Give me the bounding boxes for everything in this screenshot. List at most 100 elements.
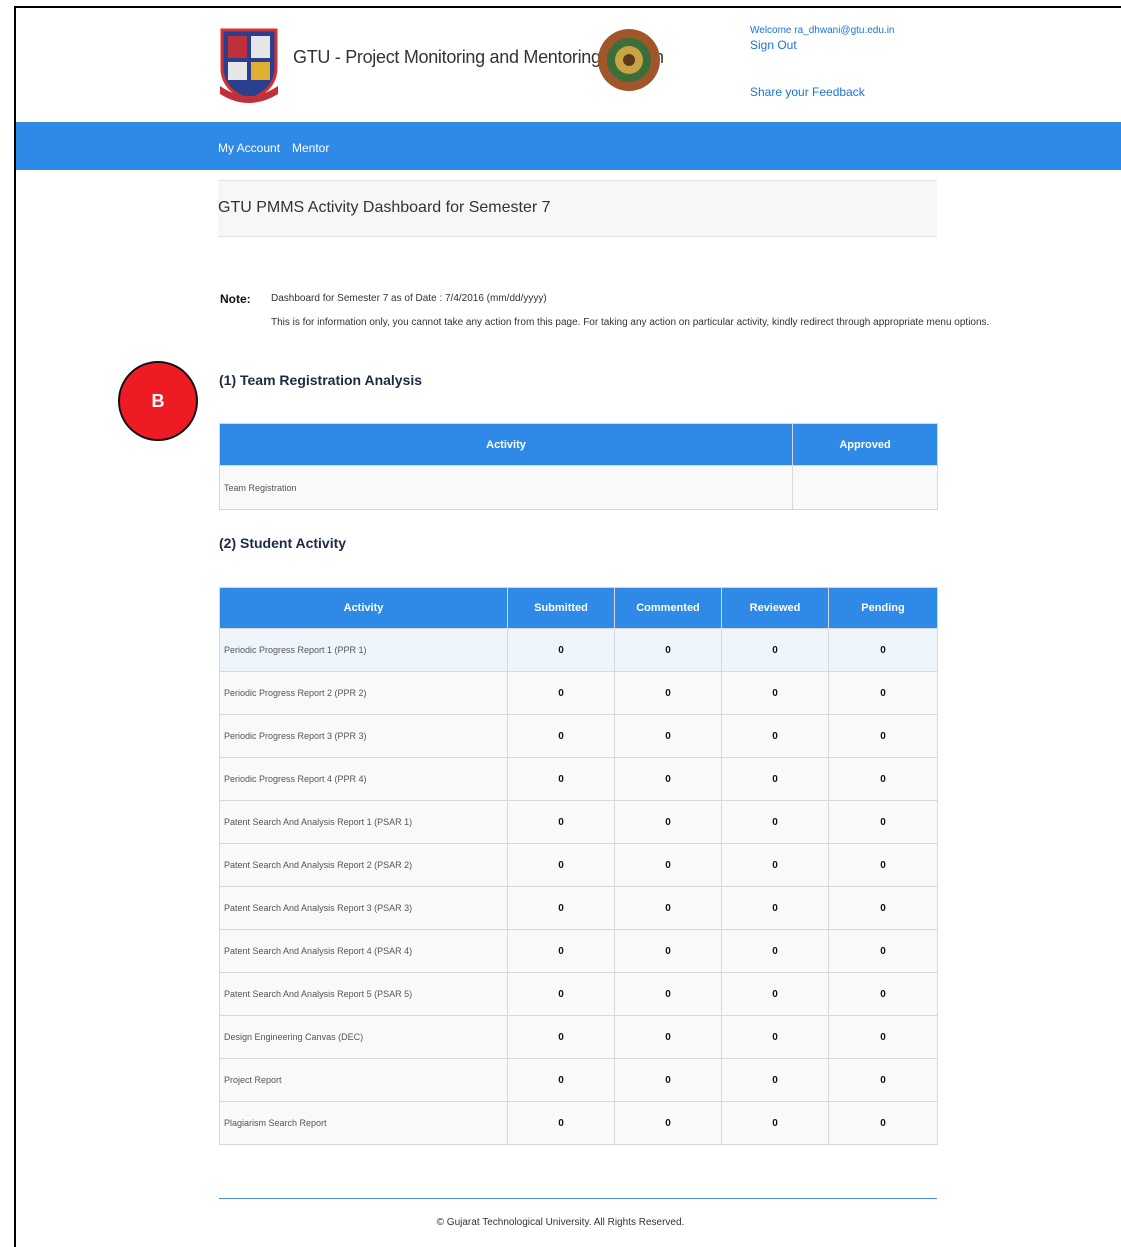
- activity-cell: Patent Search And Analysis Report 2 (PSA…: [219, 843, 508, 887]
- reviewed-count-cell: 0: [721, 1015, 829, 1059]
- team-registration-heading: (1) Team Registration Analysis: [219, 372, 423, 388]
- pending-count-cell: 0: [828, 714, 938, 758]
- commented-count-cell: 0: [614, 929, 722, 973]
- submitted-count-cell: 0: [507, 800, 615, 844]
- table-row: Design Engineering Canvas (DEC) 0 0 0 0: [219, 1015, 938, 1059]
- student-activity-heading: (2) Student Activity: [219, 535, 347, 551]
- table-row: Periodic Progress Report 1 (PPR 1) 0 0 0 0: [219, 628, 938, 672]
- table-row: Periodic Progress Report 4 (PPR 4) 0 0 0 0: [219, 757, 938, 801]
- table-row: Project Report 0 0 0 0: [219, 1058, 938, 1102]
- activity-cell: Periodic Progress Report 2 (PPR 2): [219, 671, 508, 715]
- welcome-text: Welcome ra_dhwani@gtu.edu.in: [750, 25, 895, 36]
- submitted-count-cell: 0: [507, 1058, 615, 1102]
- table-row: Patent Search And Analysis Report 3 (PSA…: [219, 886, 938, 930]
- submitted-count-cell: 0: [507, 972, 615, 1016]
- submitted-count-cell: 0: [507, 1101, 615, 1145]
- reviewed-count-cell: 0: [721, 714, 829, 758]
- table-row: Periodic Progress Report 3 (PPR 3) 0 0 0 0: [219, 714, 938, 758]
- page-title: GTU PMMS Activity Dashboard for Semester…: [218, 199, 551, 216]
- submitted-count-cell: 0: [507, 1015, 615, 1059]
- column-header-pending: Pending: [828, 587, 938, 629]
- table-row: Patent Search And Analysis Report 4 (PSA…: [219, 929, 938, 973]
- note-line-info: This is for information only, you cannot…: [271, 317, 990, 328]
- column-header-commented: Commented: [614, 587, 722, 629]
- dashboard-title-box: GTU PMMS Activity Dashboard for Semester…: [218, 180, 937, 237]
- reviewed-count-cell: 0: [721, 972, 829, 1016]
- pending-count-cell: 0: [828, 671, 938, 715]
- sign-out-link[interactable]: Sign Out: [750, 38, 797, 52]
- pending-count-cell: 0: [828, 972, 938, 1016]
- reviewed-count-cell: 0: [721, 929, 829, 973]
- commented-count-cell: 0: [614, 714, 722, 758]
- table-row: Team Registration: [219, 465, 938, 510]
- activity-cell: Patent Search And Analysis Report 3 (PSA…: [219, 886, 508, 930]
- submitted-count-cell: 0: [507, 628, 615, 672]
- feedback-link[interactable]: Share your Feedback: [750, 85, 865, 99]
- pending-count-cell: 0: [828, 757, 938, 801]
- reviewed-count-cell: 0: [721, 628, 829, 672]
- activity-cell: Periodic Progress Report 4 (PPR 4): [219, 757, 508, 801]
- column-header-submitted: Submitted: [507, 587, 615, 629]
- commented-count-cell: 0: [614, 1015, 722, 1059]
- gtu-shield-logo-icon: [218, 24, 280, 104]
- commented-count-cell: 0: [614, 886, 722, 930]
- submitted-count-cell: 0: [507, 671, 615, 715]
- table-row: Patent Search And Analysis Report 2 (PSA…: [219, 843, 938, 887]
- annotation-badge: B: [118, 361, 198, 441]
- pending-count-cell: 0: [828, 843, 938, 887]
- column-header-activity: Activity: [219, 423, 793, 466]
- reviewed-count-cell: 0: [721, 800, 829, 844]
- team-registration-table: Activity Approved Team Registration: [219, 423, 938, 510]
- reviewed-count-cell: 0: [721, 1058, 829, 1102]
- commented-count-cell: 0: [614, 843, 722, 887]
- nav-item-mentor[interactable]: Mentor: [292, 141, 329, 155]
- activity-cell: Patent Search And Analysis Report 4 (PSA…: [219, 929, 508, 973]
- globe-emblem-icon: [597, 24, 661, 96]
- pending-count-cell: 0: [828, 628, 938, 672]
- commented-count-cell: 0: [614, 757, 722, 801]
- activity-cell: Project Report: [219, 1058, 508, 1102]
- activity-cell: Plagiarism Search Report: [219, 1101, 508, 1145]
- reviewed-count-cell: 0: [721, 671, 829, 715]
- column-header-approved: Approved: [792, 423, 938, 466]
- nav-bar: [16, 122, 1121, 170]
- footer-copyright: © Gujarat Technological University. All …: [436, 1217, 685, 1228]
- pending-count-cell: 0: [828, 1058, 938, 1102]
- approved-cell: [792, 465, 938, 510]
- commented-count-cell: 0: [614, 628, 722, 672]
- activity-cell: Patent Search And Analysis Report 5 (PSA…: [219, 972, 508, 1016]
- note-line-date: Dashboard for Semester 7 as of Date : 7/…: [271, 293, 547, 304]
- submitted-count-cell: 0: [507, 886, 615, 930]
- commented-count-cell: 0: [614, 800, 722, 844]
- table-row: Patent Search And Analysis Report 5 (PSA…: [219, 972, 938, 1016]
- commented-count-cell: 0: [614, 1058, 722, 1102]
- pending-count-cell: 0: [828, 1101, 938, 1145]
- reviewed-count-cell: 0: [721, 757, 829, 801]
- pending-count-cell: 0: [828, 800, 938, 844]
- reviewed-count-cell: 0: [721, 843, 829, 887]
- column-header-activity: Activity: [219, 587, 508, 629]
- nav-item-my-account[interactable]: My Account: [218, 141, 280, 155]
- activity-cell: Patent Search And Analysis Report 1 (PSA…: [219, 800, 508, 844]
- submitted-count-cell: 0: [507, 843, 615, 887]
- pending-count-cell: 0: [828, 1015, 938, 1059]
- reviewed-count-cell: 0: [721, 1101, 829, 1145]
- commented-count-cell: 0: [614, 1101, 722, 1145]
- activity-cell: Team Registration: [219, 465, 793, 510]
- commented-count-cell: 0: [614, 972, 722, 1016]
- table-row: Patent Search And Analysis Report 1 (PSA…: [219, 800, 938, 844]
- activity-cell: Design Engineering Canvas (DEC): [219, 1015, 508, 1059]
- table-row: Periodic Progress Report 2 (PPR 2) 0 0 0 0: [219, 671, 938, 715]
- reviewed-count-cell: 0: [721, 886, 829, 930]
- activity-cell: Periodic Progress Report 1 (PPR 1): [219, 628, 508, 672]
- submitted-count-cell: 0: [507, 929, 615, 973]
- footer-divider: [219, 1198, 937, 1199]
- pending-count-cell: 0: [828, 886, 938, 930]
- column-header-reviewed: Reviewed: [721, 587, 829, 629]
- submitted-count-cell: 0: [507, 757, 615, 801]
- submitted-count-cell: 0: [507, 714, 615, 758]
- note-label: Note:: [220, 292, 251, 306]
- table-row: Plagiarism Search Report 0 0 0 0: [219, 1101, 938, 1145]
- pending-count-cell: 0: [828, 929, 938, 973]
- student-activity-table: Activity Submitted Commented Reviewed Pe…: [219, 587, 938, 1145]
